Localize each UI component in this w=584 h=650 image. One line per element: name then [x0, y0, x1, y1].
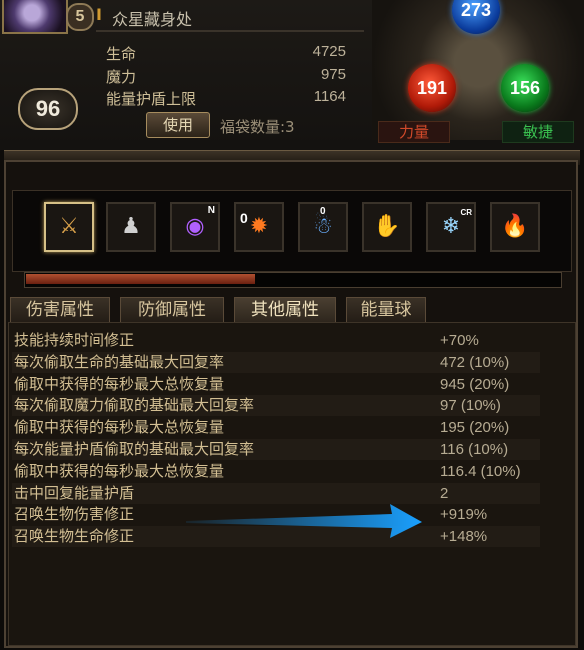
highlight-arrow: [186, 504, 422, 538]
strength-label: 力量: [378, 121, 450, 143]
skill-bar: [12, 190, 572, 272]
life-label: 生命: [106, 45, 137, 63]
stat-value: 472 (10%): [440, 353, 510, 371]
character-portrait[interactable]: [2, 0, 68, 34]
stat-value: +70%: [440, 332, 479, 349]
stat-value: 2: [440, 484, 449, 502]
energy-shield-value: 1164: [313, 88, 346, 105]
skill-slot-blue-orb[interactable]: ☃ 0: [298, 202, 348, 252]
stat-label: 技能持续时间修正: [14, 331, 135, 349]
stat-label: 偷取中获得的每秒最大总恢复量: [14, 418, 225, 437]
tab-other[interactable]: 其他属性: [234, 297, 336, 322]
lucky-bag-count: 福袋数量:3: [220, 118, 295, 136]
location-marker-icon: I: [96, 5, 102, 24]
stat-row: 偷取中获得的每秒最大总恢复量 195 (20%): [12, 417, 540, 438]
mana-label: 魔力: [106, 68, 137, 86]
stat-value: 116 (10%): [440, 441, 509, 458]
stat-label: 每次偷取生命的基础最大回复率: [14, 352, 225, 371]
stat-value: 195 (20%): [440, 419, 510, 437]
life-stat: 生命 4725: [106, 43, 346, 65]
stat-label: 每次能量护盾偷取的基础最大回复率: [14, 440, 255, 458]
character-level: 96: [18, 88, 78, 130]
dexterity-label: 敏捷: [502, 121, 574, 143]
location-name: 众星藏身处: [112, 10, 193, 29]
stat-value: 945 (20%): [440, 375, 510, 393]
stat-label: 偷取中获得的每秒最大总恢复量: [14, 461, 225, 480]
stat-label: 偷取中获得的每秒最大总恢复量: [14, 374, 225, 393]
life-value: 4725: [312, 43, 346, 60]
tab-power-charges[interactable]: 能量球: [346, 297, 426, 322]
skill-tag: CR: [460, 208, 472, 217]
energy-shield-label: 能量护盾上限: [106, 90, 197, 108]
stat-row: 每次能量护盾偷取的基础最大回复率 116 (10%): [12, 439, 540, 460]
skill-slot-fire[interactable]: ✹ 0: [234, 202, 284, 252]
stat-label: 击中回复能量护盾: [14, 483, 135, 502]
stat-value: 97 (10%): [440, 397, 501, 415]
tab-damage[interactable]: 伤害属性: [10, 297, 110, 322]
flame-hand-icon: ✋: [373, 214, 401, 239]
stat-label: 召唤生物生命修正: [14, 527, 135, 546]
stat-row: 每次偷取生命的基础最大回复率 472 (10%): [12, 351, 540, 373]
stat-value: +148%: [440, 528, 488, 546]
skill-tag: N: [207, 205, 215, 216]
mana-stat: 魔力 975: [106, 66, 346, 88]
stat-label: 召唤生物伤害修正: [14, 505, 135, 524]
stat-value: 116.4 (10%): [440, 462, 521, 480]
stat-row: 偷取中获得的每秒最大总恢复量 116.4 (10%): [12, 461, 540, 482]
mana-value: 975: [320, 66, 346, 83]
skill-slot-flame-figure[interactable]: 🔥: [490, 202, 540, 252]
stat-row: 偷取中获得的每秒最大总恢复量 945 (20%): [12, 374, 540, 395]
skill-slot-dagger[interactable]: ⚔: [44, 202, 94, 252]
experience-bar-fill: [26, 274, 255, 284]
stat-row: 每次偷取魔力偷取的基础最大回复率 97 (10%): [12, 395, 540, 417]
energy-shield-stat: 能量护盾上限 1164: [106, 88, 346, 110]
tab-defense[interactable]: 防御属性: [120, 297, 224, 322]
dagger-icon: ⚔: [59, 214, 79, 239]
stat-label: 每次偷取魔力偷取的基础最大回复率: [14, 396, 255, 415]
armor-silhouette-icon: ♟: [121, 214, 141, 239]
skill-slot-ice[interactable]: ❄ CR: [426, 202, 476, 252]
dexterity-orb: 156: [501, 64, 549, 112]
stat-value: +919%: [440, 506, 488, 524]
skill-tag: 0: [320, 206, 326, 217]
portrait-level-badge: 5: [66, 3, 94, 31]
header-divider: [96, 30, 364, 32]
flame-figure-icon: 🔥: [501, 214, 529, 239]
skill-slot-armor[interactable]: ♟: [106, 202, 156, 252]
strength-orb: 191: [408, 64, 456, 112]
use-button[interactable]: 使用: [146, 112, 210, 138]
skill-slot-vortex[interactable]: ◉ N: [170, 202, 220, 252]
skill-tag: 0: [240, 210, 248, 226]
stat-row: 技能持续时间修正 +70%: [12, 330, 540, 351]
skill-slot-flame-hand[interactable]: ✋: [362, 202, 412, 252]
